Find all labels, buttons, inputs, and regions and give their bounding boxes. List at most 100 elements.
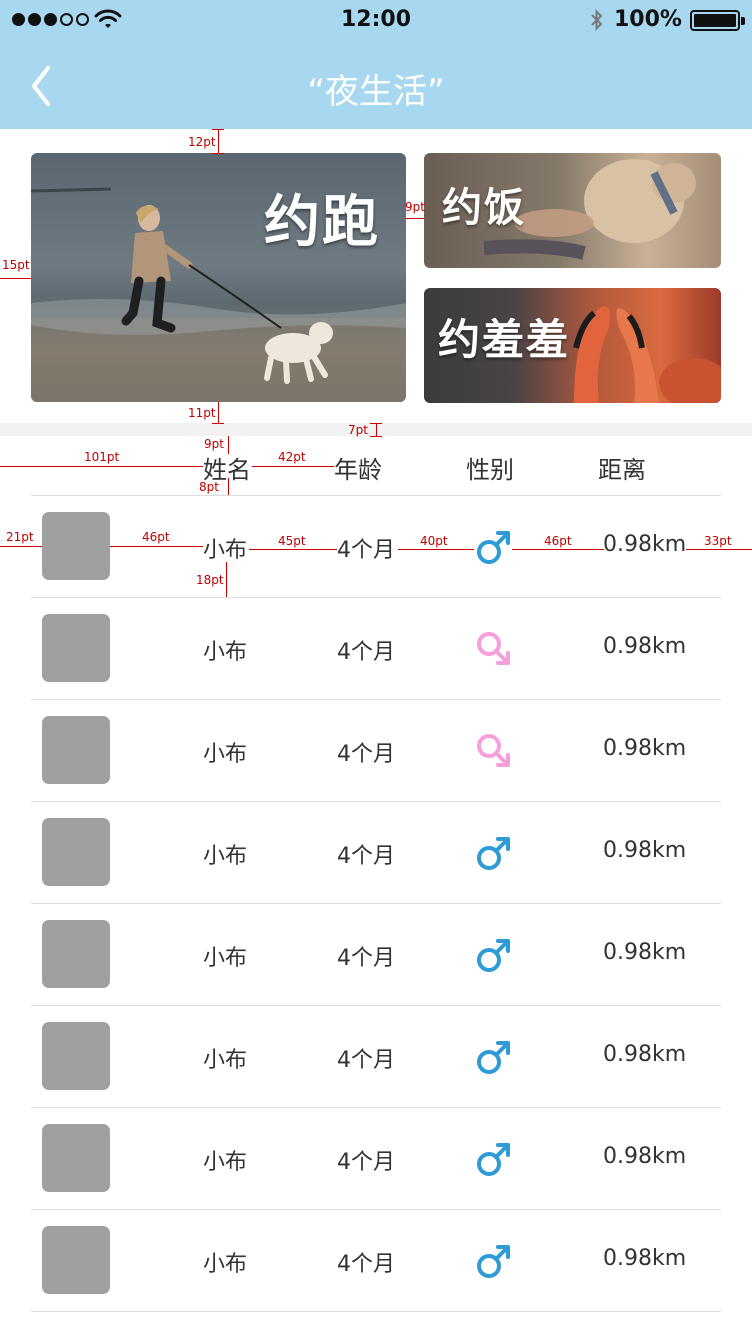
measure-label: 11pt	[188, 406, 216, 420]
banner-run[interactable]: 约跑	[31, 153, 406, 402]
row-name: 小布	[203, 1150, 248, 1175]
row-age: 4个月	[337, 742, 395, 767]
avatar[interactable]	[42, 1226, 110, 1294]
measure-label: 45pt	[278, 534, 306, 548]
row-age: 4个月	[337, 844, 395, 869]
avatar[interactable]	[42, 614, 110, 682]
row-age: 4个月	[337, 946, 395, 971]
measure-line	[218, 129, 219, 153]
measure-label: 33pt	[704, 534, 732, 548]
avatar[interactable]	[42, 1124, 110, 1192]
row-name: 小布	[203, 742, 248, 767]
male-symbol-icon	[477, 531, 510, 564]
table-row[interactable]: 小布 4个月 0.98km	[31, 699, 721, 801]
table-row[interactable]: 小布 4个月 0.98km	[31, 1107, 721, 1209]
measure-line	[110, 546, 203, 547]
row-distance: 0.98km	[603, 1246, 687, 1271]
row-name: 小布	[203, 1252, 248, 1277]
avatar[interactable]	[42, 512, 110, 580]
measure-line	[686, 549, 752, 550]
measure-line	[398, 549, 474, 550]
row-age: 4个月	[337, 538, 395, 563]
measure-label: 7pt	[348, 423, 368, 437]
measure-line	[228, 478, 229, 495]
measure-line	[370, 423, 382, 424]
measure-line	[226, 562, 227, 597]
male-symbol-icon	[477, 939, 510, 972]
row-age: 4个月	[337, 640, 395, 665]
avatar[interactable]	[42, 818, 110, 886]
measure-label: 46pt	[544, 534, 572, 548]
row-distance: 0.98km	[603, 736, 687, 761]
measure-line	[212, 129, 224, 130]
row-distance: 0.98km	[603, 940, 687, 965]
battery-icon	[690, 10, 745, 31]
bluetooth-icon	[591, 9, 603, 31]
measure-line	[212, 423, 224, 424]
table-row[interactable]: 小布 4个月 0.98km	[31, 1209, 721, 1311]
avatar[interactable]	[42, 1022, 110, 1090]
measure-line	[0, 466, 203, 467]
row-age: 4个月	[337, 1252, 395, 1277]
row-name: 小布	[203, 538, 248, 563]
measure-line	[212, 153, 224, 154]
male-symbol-icon	[477, 1143, 510, 1176]
row-name: 小布	[203, 1048, 248, 1073]
header-age: 年龄	[334, 456, 382, 484]
measure-label: 46pt	[142, 530, 170, 544]
header-distance: 距离	[598, 456, 646, 484]
banner-eat-label: 约饭	[442, 185, 526, 231]
avatar[interactable]	[42, 920, 110, 988]
row-name: 小布	[203, 844, 248, 869]
row-age: 4个月	[337, 1150, 395, 1175]
table-row[interactable]: 小布 4个月 0.98km	[31, 1005, 721, 1107]
banner-run-label: 约跑	[264, 190, 380, 255]
female-symbol-icon	[477, 632, 510, 665]
measure-label: 9pt	[405, 200, 425, 214]
measure-line	[252, 466, 334, 467]
measure-label: 9pt	[204, 437, 224, 451]
measure-label: 21pt	[6, 530, 34, 544]
table-row[interactable]: 小布 4个月 0.98km	[31, 597, 721, 699]
measure-label: 18pt	[196, 573, 224, 587]
avatar[interactable]	[42, 716, 110, 784]
status-bar: 12:00 100%	[0, 0, 752, 40]
battery-percent: 100%	[614, 7, 682, 32]
measure-line	[0, 546, 42, 547]
row-distance: 0.98km	[603, 1042, 687, 1067]
table-row[interactable]: 小布 4个月 0.98km	[31, 801, 721, 903]
measure-line	[376, 423, 377, 436]
measure-label: 12pt	[188, 135, 216, 149]
measure-line	[406, 218, 424, 219]
row-distance: 0.98km	[603, 838, 687, 863]
measure-label: 15pt	[2, 258, 30, 272]
row-name: 小布	[203, 946, 248, 971]
male-symbol-icon	[477, 1041, 510, 1074]
measure-line	[370, 436, 382, 437]
row-age: 4个月	[337, 1048, 395, 1073]
measure-label: 101pt	[84, 450, 120, 464]
female-symbol-icon	[477, 734, 510, 767]
row-distance: 0.98km	[603, 1144, 687, 1169]
male-symbol-icon	[477, 837, 510, 870]
measure-label: 8pt	[199, 480, 219, 494]
measure-line	[218, 402, 219, 423]
banner-shy[interactable]: 约羞羞	[424, 288, 721, 403]
header-gender: 性别	[466, 456, 514, 484]
measure-line	[512, 549, 604, 550]
banner-shy-label: 约羞羞	[438, 315, 571, 364]
measure-label: 40pt	[420, 534, 448, 548]
measure-line	[228, 436, 229, 454]
measure-line	[249, 549, 337, 550]
male-symbol-icon	[477, 1245, 510, 1278]
table-row[interactable]: 小布 4个月 0.98km	[31, 903, 721, 1005]
banner-eat[interactable]: 约饭	[424, 153, 721, 268]
table-bottom-divider	[31, 1311, 721, 1312]
measure-line	[0, 278, 31, 279]
header-bar: 12:00 100% “夜生活”	[0, 0, 752, 129]
row-distance: 0.98km	[603, 532, 687, 557]
row-name: 小布	[203, 640, 248, 665]
row-distance: 0.98km	[603, 634, 687, 659]
page-title: “夜生活”	[307, 72, 445, 112]
measure-label: 42pt	[278, 450, 306, 464]
